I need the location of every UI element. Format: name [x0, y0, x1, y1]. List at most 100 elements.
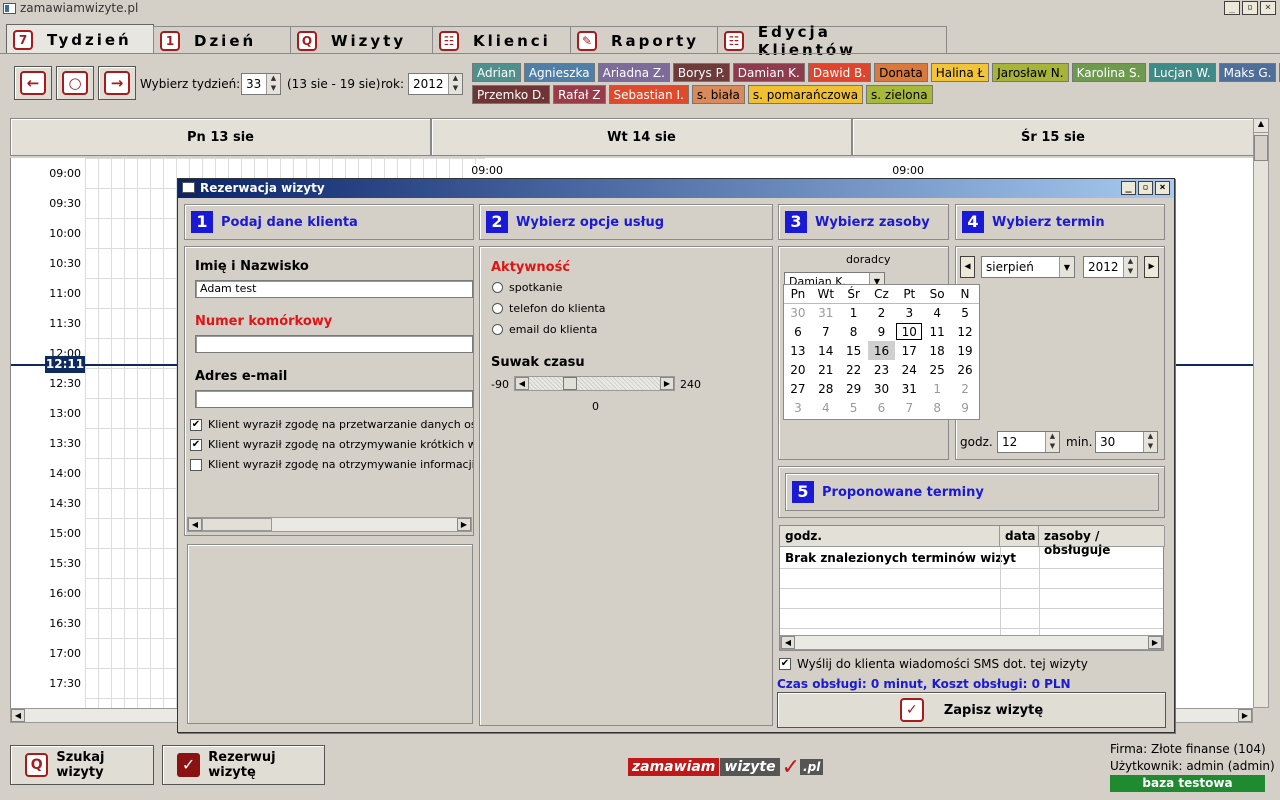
time-slider[interactable]: ◀ ▶ — [514, 376, 675, 391]
calendar-day[interactable]: 24 — [895, 360, 923, 379]
calendar-day[interactable]: 14 — [812, 341, 840, 360]
scroll-thumb[interactable] — [1254, 135, 1268, 161]
staff-filter-chip[interactable]: Donata — [874, 63, 928, 82]
close-button[interactable]: × — [1260, 1, 1276, 15]
scroll-left-icon[interactable]: ◀ — [11, 709, 25, 722]
slider-thumb[interactable] — [563, 377, 577, 390]
chevron-down-icon[interactable]: ▼ — [1059, 257, 1074, 277]
staff-filter-chip[interactable]: Karolina S. — [1071, 63, 1146, 82]
client-panel-hscroll[interactable]: ◀ ▶ — [187, 517, 472, 532]
next-week-button[interactable]: → — [98, 66, 136, 100]
calendar-day[interactable]: 12 — [951, 322, 979, 341]
calendar-day[interactable]: 3 — [895, 303, 923, 322]
save-visit-button[interactable]: ✓ Zapisz wizytę — [777, 692, 1166, 728]
calendar-day[interactable]: 15 — [840, 341, 868, 360]
scroll-right-icon[interactable]: ▶ — [1238, 709, 1252, 722]
calendar-day[interactable]: 5 — [951, 303, 979, 322]
calendar-day[interactable]: 27 — [784, 379, 812, 398]
minute-spinner[interactable]: 30 ▲ ▼ — [1095, 431, 1158, 453]
proposed-terms-table[interactable]: godz. data zasoby / obsługuje Brak znale… — [779, 525, 1165, 651]
spin-down-icon[interactable]: ▼ — [449, 84, 462, 94]
calendar-day[interactable]: 30 — [868, 379, 896, 398]
calendar-day[interactable]: 16 — [867, 341, 896, 360]
table-hscroll[interactable]: ◀ ▶ — [780, 635, 1163, 650]
calendar-day[interactable]: 17 — [895, 341, 923, 360]
staff-filter-chip[interactable]: Agnieszka — [523, 63, 595, 82]
day-header[interactable]: Śr 15 sie — [852, 118, 1254, 156]
tab-klienci[interactable]: ☷ Klienci — [432, 26, 571, 54]
staff-filter-chip[interactable]: Sebastian I. — [608, 85, 689, 104]
calendar-day[interactable]: 25 — [923, 360, 951, 379]
calendar-day[interactable]: 8 — [923, 398, 951, 417]
maximize-button[interactable]: ▫ — [1242, 1, 1258, 15]
reserve-visit-button[interactable]: ✓ Rezerwuj wizytę — [162, 745, 325, 785]
calendar-day[interactable]: 20 — [784, 360, 812, 379]
day-header[interactable]: Wt 14 sie — [431, 118, 852, 156]
radio-phone[interactable]: telefon do klienta — [492, 302, 605, 315]
spin-up-icon[interactable]: ▲ — [449, 74, 462, 84]
calendar-day[interactable]: 26 — [951, 360, 979, 379]
calendar-day[interactable]: 1 — [923, 379, 951, 398]
slider-right-icon[interactable]: ▶ — [660, 377, 674, 390]
scroll-right-icon[interactable]: ▶ — [457, 518, 471, 531]
staff-filter-chip[interactable]: Borys P. — [672, 63, 730, 82]
dialog-minimize-button[interactable]: _ — [1121, 181, 1136, 195]
staff-filter-chip[interactable]: Dawid B. — [807, 63, 872, 82]
slider-left-icon[interactable]: ◀ — [515, 377, 529, 390]
day-header[interactable]: Pn 13 sie — [10, 118, 431, 156]
calendar-day[interactable]: 2 — [868, 303, 896, 322]
spin-down-icon[interactable]: ▼ — [1124, 267, 1137, 277]
calendar-day[interactable]: 6 — [784, 322, 812, 341]
calendar-day[interactable]: 7 — [895, 398, 923, 417]
staff-filter-chip[interactable]: s. biała — [691, 85, 745, 104]
tab-wizyty[interactable]: Q Wizyty — [290, 26, 433, 54]
tab-edycja-klientow[interactable]: ☷ Edycja Klientów — [717, 23, 947, 59]
calendar-day[interactable]: 11 — [923, 322, 951, 341]
week-spinner[interactable]: 33 ▲ ▼ — [241, 73, 281, 95]
tab-raporty[interactable]: ✎ Raporty — [570, 26, 718, 54]
radio-email[interactable]: email do klienta — [492, 323, 597, 336]
calendar-day[interactable]: 31 — [812, 303, 840, 322]
tab-dzien[interactable]: 1 Dzień — [153, 26, 291, 54]
staff-filter-chip[interactable]: Przemko D. — [472, 85, 551, 104]
calendar-day[interactable]: 4 — [812, 398, 840, 417]
tab-tydzien[interactable]: 7 Tydzień — [6, 24, 154, 54]
consent-sms-checkbox[interactable]: ✔ Klient wyraził zgodę na otrzymywanie kr… — [190, 438, 473, 451]
calendar-day[interactable]: 23 — [868, 360, 896, 379]
checkbox-check-icon[interactable]: ✔ — [190, 438, 202, 451]
staff-filter-chip[interactable]: Halina Ł — [930, 63, 990, 82]
consent-marketing-checkbox[interactable]: Klient wyraził zgodę na otrzymywanie inf… — [190, 458, 473, 471]
col-header-date[interactable]: data — [1000, 526, 1039, 547]
calendar-day[interactable]: 30 — [784, 303, 812, 322]
scroll-thumb[interactable] — [202, 518, 272, 531]
calendar-day[interactable]: 6 — [868, 398, 896, 417]
calendar-day[interactable]: 13 — [784, 341, 812, 360]
calendar-day[interactable]: 18 — [923, 341, 951, 360]
dialog-close-button[interactable]: × — [1155, 181, 1170, 195]
email-input[interactable] — [195, 390, 473, 408]
spin-down-icon[interactable]: ▼ — [267, 84, 280, 94]
checkbox-check-icon[interactable]: ✔ — [779, 658, 791, 670]
staff-filter-chip[interactable]: Lucjan W. — [1148, 63, 1216, 82]
radio-meeting[interactable]: spotkanie — [492, 281, 562, 294]
hour-spinner[interactable]: 12 ▲ ▼ — [997, 431, 1060, 453]
prev-week-button[interactable]: ← — [14, 66, 52, 100]
spin-up-icon[interactable]: ▲ — [1046, 432, 1059, 442]
calendar-day[interactable]: 9 — [868, 322, 896, 341]
calendar-day[interactable]: 3 — [784, 398, 812, 417]
dialog-maximize-button[interactable]: ▫ — [1138, 181, 1153, 195]
calendar-day[interactable]: 31 — [895, 379, 923, 398]
calendar-year-spinner[interactable]: 2012 ▲ ▼ — [1083, 256, 1138, 278]
checkbox-check-icon[interactable] — [190, 458, 202, 471]
spin-up-icon[interactable]: ▲ — [1144, 432, 1157, 442]
next-month-button[interactable]: ▶ — [1144, 256, 1159, 278]
calendar-day[interactable]: 22 — [840, 360, 868, 379]
calendar-day[interactable]: 7 — [812, 322, 840, 341]
sms-checkbox[interactable]: ✔ Wyślij do klienta wiadomości SMS dot. t… — [779, 657, 1088, 671]
scroll-right-icon[interactable]: ▶ — [1148, 636, 1162, 649]
prev-month-button[interactable]: ◀ — [960, 256, 975, 278]
scroll-left-icon[interactable]: ◀ — [188, 518, 202, 531]
spin-up-icon[interactable]: ▲ — [1124, 257, 1137, 267]
current-week-button[interactable]: ○ — [56, 66, 94, 100]
calendar-day[interactable]: 1 — [840, 303, 868, 322]
